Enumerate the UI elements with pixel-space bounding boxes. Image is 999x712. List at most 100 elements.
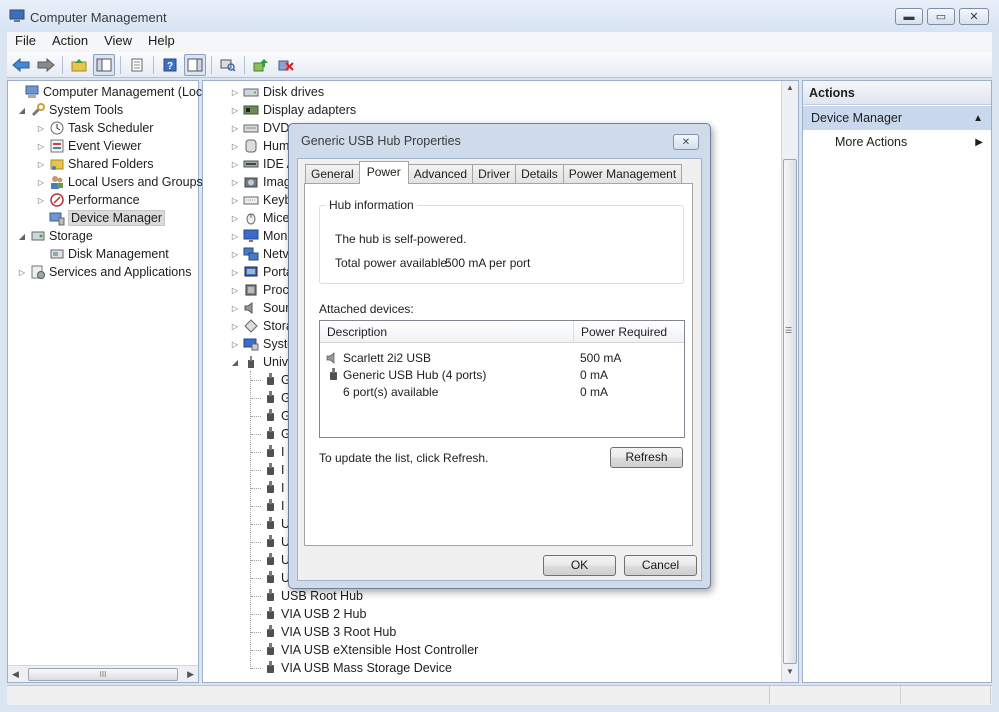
expand-icon[interactable]: ▷ xyxy=(230,178,240,187)
properties-button[interactable] xyxy=(126,54,148,76)
device-category[interactable]: ▷ Display adapters xyxy=(230,101,356,119)
ok-button[interactable]: OK xyxy=(543,555,616,576)
usb-device-item[interactable]: VIA USB Mass Storage Device xyxy=(265,659,452,677)
uninstall-button[interactable] xyxy=(275,54,297,76)
vertical-scrollbar[interactable]: ▲ ☰ ▼ xyxy=(781,81,798,682)
expand-icon[interactable]: ▷ xyxy=(230,232,240,241)
expand-icon[interactable]: ▷ xyxy=(230,250,240,259)
tree-item-disk-management[interactable]: Disk Management xyxy=(36,245,169,263)
collapse-up-icon[interactable]: ▲ xyxy=(973,113,983,124)
expand-icon[interactable]: ▷ xyxy=(230,160,240,169)
update-driver-button[interactable] xyxy=(250,54,272,76)
expand-icon[interactable]: ▷ xyxy=(36,124,46,133)
up-one-level-button[interactable] xyxy=(68,54,90,76)
help-button[interactable]: ? xyxy=(159,54,181,76)
expand-icon[interactable]: ▷ xyxy=(230,196,240,205)
expand-icon[interactable]: ▷ xyxy=(230,106,240,115)
expand-icon[interactable]: ▷ xyxy=(36,196,46,205)
tree-item-task-scheduler[interactable]: ▷ Task Scheduler xyxy=(36,119,154,137)
device-category[interactable]: ◢ Univ xyxy=(230,353,288,371)
device-category[interactable]: ▷ Sour xyxy=(230,299,289,317)
menu-file[interactable]: File xyxy=(7,32,44,52)
tree-item-system-tools[interactable]: ◢ System Tools xyxy=(17,101,123,119)
expand-icon[interactable]: ▷ xyxy=(230,286,240,295)
device-category[interactable]: ▷ DVD xyxy=(230,119,289,137)
expand-icon[interactable]: ▷ xyxy=(230,214,240,223)
list-row[interactable]: 6 port(s) available 0 mA xyxy=(320,384,684,401)
tab-advanced[interactable]: Advanced xyxy=(407,164,474,184)
device-category[interactable]: ▷ Mon xyxy=(230,227,287,245)
device-category[interactable]: ▷ Syste xyxy=(230,335,294,353)
usb-device-item[interactable]: I xyxy=(265,461,284,479)
usb-device-item[interactable]: U xyxy=(265,569,290,587)
expand-icon[interactable]: ▷ xyxy=(230,142,240,151)
expand-icon[interactable]: ▷ xyxy=(230,88,240,97)
list-row[interactable]: Generic USB Hub (4 ports) 0 mA xyxy=(320,367,684,384)
list-row[interactable]: Scarlett 2i2 USB 500 mA xyxy=(320,350,684,367)
device-category[interactable]: ▷ Hum xyxy=(230,137,289,155)
tree-item-shared-folders[interactable]: ▷ Shared Folders xyxy=(36,155,154,173)
forward-button[interactable] xyxy=(35,54,57,76)
usb-device-item[interactable]: VIA USB 3 Root Hub xyxy=(265,623,396,641)
usb-device-item[interactable]: I xyxy=(265,497,284,515)
tab-power-management[interactable]: Power Management xyxy=(562,164,683,184)
expand-icon[interactable]: ▷ xyxy=(230,304,240,313)
close-button[interactable]: ✕ xyxy=(959,8,989,25)
more-actions-item[interactable]: More Actions ▶ xyxy=(803,130,991,154)
maximize-button[interactable]: ▭ xyxy=(927,8,955,25)
usb-device-item[interactable]: I xyxy=(265,479,284,497)
tab-general[interactable]: General xyxy=(305,164,360,184)
expand-icon[interactable]: ▷ xyxy=(230,124,240,133)
usb-device-item[interactable]: VIA USB eXtensible Host Controller xyxy=(265,641,478,659)
attached-devices-list[interactable]: Description Power Required Scarlett 2i2 … xyxy=(319,320,685,438)
dialog-close-button[interactable]: ✕ xyxy=(673,134,699,150)
expand-icon[interactable]: ▷ xyxy=(36,178,46,187)
tree-item-local-users-groups[interactable]: ▷ Local Users and Groups xyxy=(36,173,203,191)
collapse-icon[interactable]: ◢ xyxy=(17,232,27,241)
usb-device-item[interactable]: I xyxy=(265,443,284,461)
scroll-right-icon[interactable]: ▶ xyxy=(187,669,194,680)
expand-icon[interactable]: ▷ xyxy=(17,268,27,277)
cancel-button[interactable]: Cancel xyxy=(624,555,697,576)
scroll-down-icon[interactable]: ▼ xyxy=(786,667,794,676)
expand-icon[interactable]: ▷ xyxy=(36,142,46,151)
column-header-description[interactable]: Description xyxy=(320,321,573,343)
horizontal-scrollbar[interactable]: ◀ III ▶ xyxy=(8,665,198,682)
tab-power[interactable]: Power xyxy=(358,161,409,184)
back-button[interactable] xyxy=(10,54,32,76)
collapse-icon[interactable]: ◢ xyxy=(17,106,27,115)
usb-device-item[interactable]: U xyxy=(265,551,290,569)
tree-item-storage[interactable]: ◢ Storage xyxy=(17,227,93,245)
tree-item-event-viewer[interactable]: ▷ Event Viewer xyxy=(36,137,142,155)
scrollbar-thumb[interactable]: III xyxy=(28,667,178,681)
scan-hardware-button[interactable] xyxy=(217,54,239,76)
device-category[interactable]: ▷ Porta xyxy=(230,263,293,281)
usb-device-item[interactable]: G xyxy=(265,407,291,425)
minimize-button[interactable]: ▬ xyxy=(895,8,923,25)
tab-details[interactable]: Details xyxy=(515,164,564,184)
device-category[interactable]: ▷ Imag xyxy=(230,173,291,191)
usb-device-item[interactable]: G xyxy=(265,425,291,443)
expand-icon[interactable]: ▷ xyxy=(230,322,240,331)
tree-item-device-manager[interactable]: Device Manager xyxy=(36,209,166,227)
menu-view[interactable]: View xyxy=(96,32,140,52)
device-category[interactable]: ▷ IDE A xyxy=(230,155,295,173)
menu-action[interactable]: Action xyxy=(44,32,96,52)
collapse-icon[interactable]: ◢ xyxy=(230,358,240,367)
device-category[interactable]: ▷ Keyb xyxy=(230,191,292,209)
scrollbar-thumb[interactable] xyxy=(783,159,797,664)
scroll-left-icon[interactable]: ◀ xyxy=(12,669,19,680)
show-hide-tree-button[interactable] xyxy=(93,53,115,76)
device-category[interactable]: ▷ Mice xyxy=(230,209,289,227)
usb-device-item[interactable]: U xyxy=(265,533,290,551)
tree-item-performance[interactable]: ▷ Performance xyxy=(36,191,140,209)
tab-driver[interactable]: Driver xyxy=(472,164,517,184)
tree-item-computer-management[interactable]: Computer Management (Local xyxy=(11,83,212,101)
expand-icon[interactable]: ▷ xyxy=(36,160,46,169)
usb-device-item[interactable]: G xyxy=(265,389,291,407)
menu-help[interactable]: Help xyxy=(140,32,183,52)
expand-icon[interactable]: ▷ xyxy=(230,340,240,349)
device-category[interactable]: ▷ Netv xyxy=(230,245,289,263)
expand-icon[interactable]: ▷ xyxy=(230,268,240,277)
device-category[interactable]: ▷ Proc xyxy=(230,281,289,299)
